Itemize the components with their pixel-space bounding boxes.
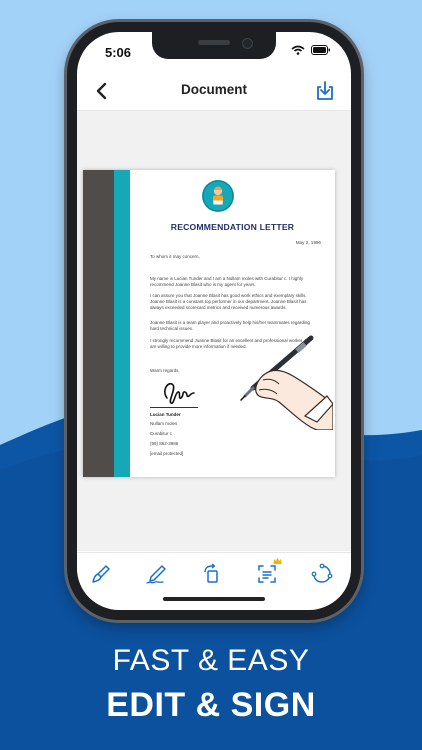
letter-paragraph-1: My name is Lucian Tunder and I am a Null…: [150, 276, 304, 287]
bottom-toolbar: [77, 552, 351, 597]
caption-line-2: EDIT & SIGN: [106, 686, 316, 724]
battery-icon: [311, 45, 330, 55]
phone-screen: 5:06 Document RECOMMENDATION LETTER May …: [77, 32, 351, 610]
letter-logo: [202, 180, 234, 212]
logo-person-icon: [202, 180, 234, 212]
status-icons: [291, 45, 331, 55]
signer-phone: (98) 862-3986: [150, 441, 179, 446]
sign-pen-icon[interactable]: [145, 563, 167, 585]
wifi-icon: [291, 45, 305, 55]
letter-title: RECOMMENDATION LETTER: [170, 222, 295, 232]
speaker: [198, 40, 230, 45]
signer-company: Curabitur c: [150, 431, 173, 436]
letter-salutation: To whom it may concern,: [150, 254, 200, 259]
signing-hand-illustration: [240, 335, 333, 430]
crown-icon: [273, 557, 282, 564]
dark-stripe: [83, 170, 114, 477]
signer-email: [email protected]: [150, 451, 184, 456]
signature-line: [150, 407, 198, 408]
caption-line-1: FAST & EASY: [112, 644, 310, 677]
shape-icon[interactable]: [311, 563, 333, 585]
notch: [152, 32, 276, 59]
home-indicator[interactable]: [163, 597, 265, 601]
rotate-icon[interactable]: [201, 563, 223, 585]
letter-paragraph-2: I can assure you that Joanne Blasit has …: [150, 293, 307, 310]
brush-icon[interactable]: [90, 563, 112, 585]
document-canvas[interactable]: RECOMMENDATION LETTER May 2, 1996 To who…: [77, 111, 351, 551]
scan-icon[interactable]: [256, 563, 278, 585]
front-camera: [242, 38, 253, 49]
navigation-bar: Document: [77, 72, 351, 111]
export-icon[interactable]: [315, 80, 335, 102]
page-title: Document: [180, 82, 247, 97]
document-page[interactable]: RECOMMENDATION LETTER May 2, 1996 To who…: [83, 170, 335, 477]
teal-stripe: [114, 170, 130, 477]
letter-date: May 2, 1996: [295, 240, 321, 245]
phone-frame: 5:06 Document RECOMMENDATION LETTER May …: [67, 22, 361, 620]
status-time: 5:06: [105, 45, 132, 60]
